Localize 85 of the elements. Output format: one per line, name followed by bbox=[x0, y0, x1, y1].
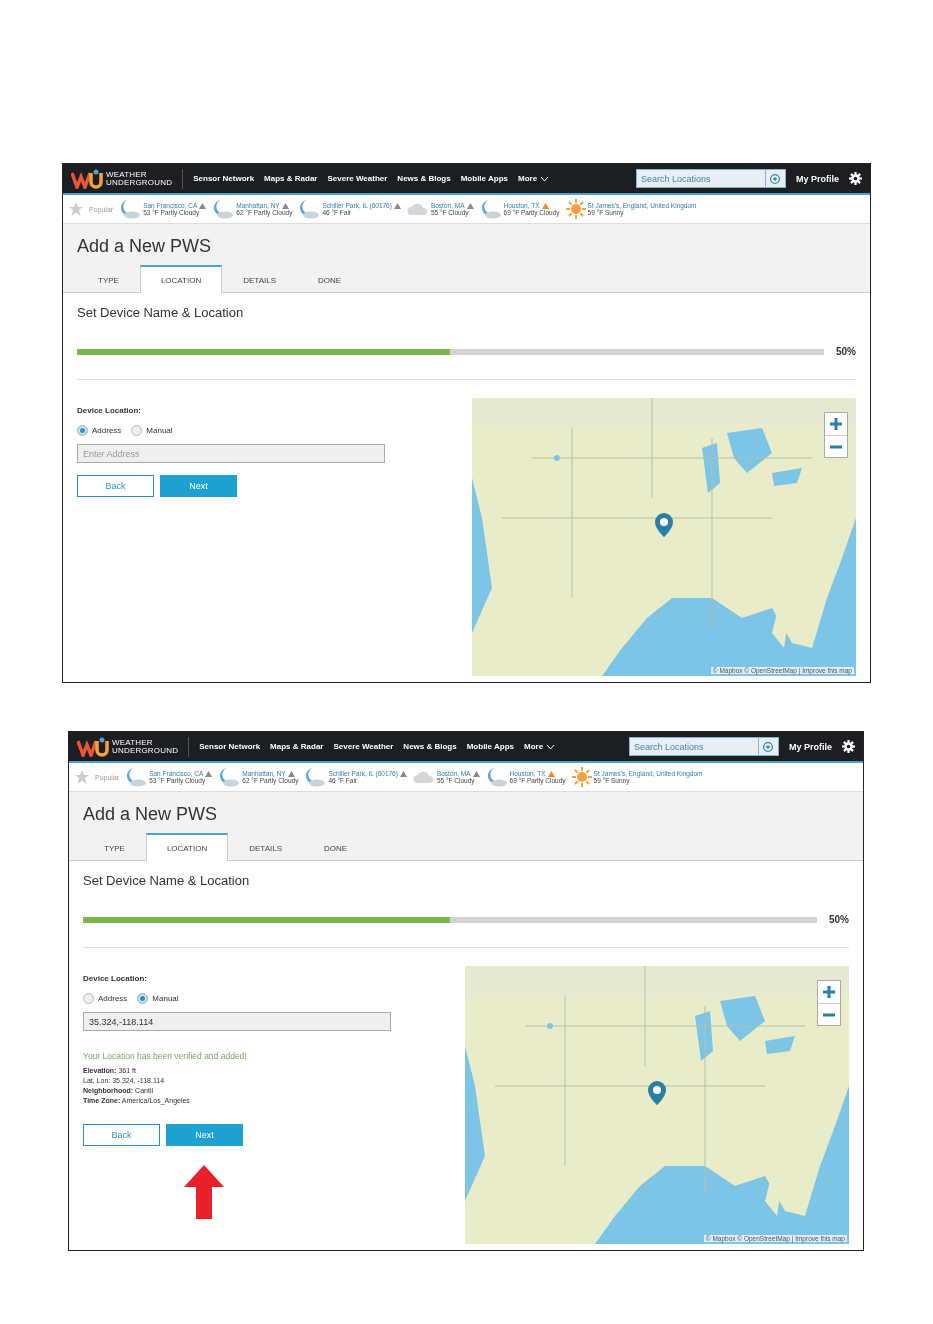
warning-icon bbox=[541, 202, 549, 209]
map-pin-icon bbox=[647, 1080, 667, 1106]
moon-cloud-icon bbox=[485, 767, 508, 787]
verified-message: Your Location has been verified and added! bbox=[83, 1051, 248, 1061]
nav-link[interactable]: More bbox=[517, 174, 550, 183]
location-target-icon bbox=[768, 171, 783, 186]
moon-cloud-icon bbox=[218, 767, 241, 787]
page-title: Add a New PWS bbox=[77, 236, 213, 257]
chevron-down-icon bbox=[546, 743, 556, 750]
moon-cloud-icon bbox=[479, 199, 502, 219]
step-tab[interactable]: DONE bbox=[302, 833, 369, 861]
warning-icon bbox=[287, 770, 295, 777]
nav-link[interactable]: Severe Weather bbox=[327, 174, 388, 183]
page-title: Add a New PWS bbox=[83, 804, 219, 825]
moon-cloud-icon bbox=[298, 199, 321, 219]
logo-text: WEATHER UNDERGROUND bbox=[112, 738, 179, 755]
warning-icon bbox=[393, 202, 401, 209]
section-title: Set Device Name & Location bbox=[77, 305, 245, 320]
location-input-field[interactable]: Enter Address bbox=[77, 444, 385, 463]
logo-icon bbox=[71, 168, 103, 189]
nav-link[interactable]: News & Blogs bbox=[397, 174, 451, 183]
nav-link[interactable]: More bbox=[523, 742, 556, 751]
radio-button[interactable] bbox=[131, 425, 143, 436]
nav-link[interactable]: Sensor Network bbox=[199, 742, 261, 751]
step-tab[interactable]: DETAILS bbox=[228, 833, 303, 861]
device-location-label: Device Location: bbox=[83, 974, 148, 983]
plus-icon bbox=[823, 986, 835, 998]
step-tab[interactable]: TYPE bbox=[77, 265, 140, 293]
logo-text: WEATHER UNDERGROUND bbox=[106, 170, 173, 187]
step-tab[interactable]: LOCATION bbox=[139, 265, 223, 293]
cloud-icon bbox=[406, 202, 429, 216]
radio-option[interactable]: Manual bbox=[137, 993, 179, 1004]
settings-icon[interactable] bbox=[842, 740, 855, 753]
step-tab[interactable]: DETAILS bbox=[222, 265, 297, 293]
step-tab[interactable]: TYPE bbox=[83, 833, 146, 861]
nav-link[interactable]: Mobile Apps bbox=[460, 174, 508, 183]
sun-icon bbox=[571, 767, 592, 787]
back-button[interactable]: Back bbox=[77, 475, 154, 497]
radio-option[interactable]: Address bbox=[77, 425, 122, 436]
star-icon[interactable] bbox=[69, 202, 83, 216]
nav-link[interactable]: Maps & Radar bbox=[264, 174, 318, 183]
moon-cloud-icon bbox=[119, 199, 142, 219]
radio-button[interactable] bbox=[83, 993, 94, 1004]
minus-icon bbox=[830, 444, 842, 449]
section-title: Set Device Name & Location bbox=[83, 873, 251, 888]
minus-icon bbox=[823, 1012, 835, 1017]
warning-icon bbox=[399, 770, 407, 777]
radio-button[interactable] bbox=[77, 425, 88, 436]
location-input-field[interactable]: 35.324,-118.114 bbox=[83, 1012, 391, 1031]
progress-percent: 50% bbox=[836, 346, 856, 357]
back-button[interactable]: Back bbox=[83, 1124, 160, 1146]
warning-icon bbox=[281, 202, 289, 209]
moon-cloud-icon bbox=[212, 199, 235, 219]
warning-icon bbox=[472, 770, 480, 777]
sun-icon bbox=[565, 199, 586, 219]
map-pin-icon bbox=[654, 512, 674, 538]
step-tab[interactable]: DONE bbox=[296, 265, 363, 293]
nav-link[interactable]: Sensor Network bbox=[193, 174, 255, 183]
radio-button[interactable] bbox=[137, 993, 149, 1004]
warning-icon bbox=[547, 770, 555, 777]
progress-percent: 50% bbox=[829, 914, 849, 925]
profile-link[interactable]: My Profile bbox=[789, 741, 832, 752]
star-icon[interactable] bbox=[75, 770, 89, 784]
step-tab[interactable]: LOCATION bbox=[145, 833, 229, 861]
plus-icon bbox=[830, 418, 842, 430]
device-location-label: Device Location: bbox=[77, 406, 142, 415]
radio-option[interactable]: Address bbox=[83, 993, 128, 1004]
chevron-down-icon bbox=[540, 175, 550, 182]
logo-icon bbox=[77, 736, 109, 757]
location-target-icon bbox=[761, 739, 776, 754]
profile-link[interactable]: My Profile bbox=[796, 173, 839, 184]
moon-cloud-icon bbox=[125, 767, 148, 787]
cloud-icon bbox=[412, 770, 435, 784]
search-field[interactable]: Search Locations bbox=[636, 169, 766, 188]
nav-link[interactable]: Mobile Apps bbox=[466, 742, 514, 751]
settings-icon[interactable] bbox=[849, 172, 862, 185]
nav-link[interactable]: Severe Weather bbox=[333, 742, 394, 751]
moon-cloud-icon bbox=[304, 767, 327, 787]
warning-icon bbox=[205, 770, 213, 777]
nav-link[interactable]: Maps & Radar bbox=[270, 742, 324, 751]
search-field[interactable]: Search Locations bbox=[629, 737, 759, 756]
radio-option[interactable]: Manual bbox=[131, 425, 173, 436]
warning-icon bbox=[199, 202, 207, 209]
warning-icon bbox=[466, 202, 474, 209]
nav-link[interactable]: News & Blogs bbox=[403, 742, 457, 751]
